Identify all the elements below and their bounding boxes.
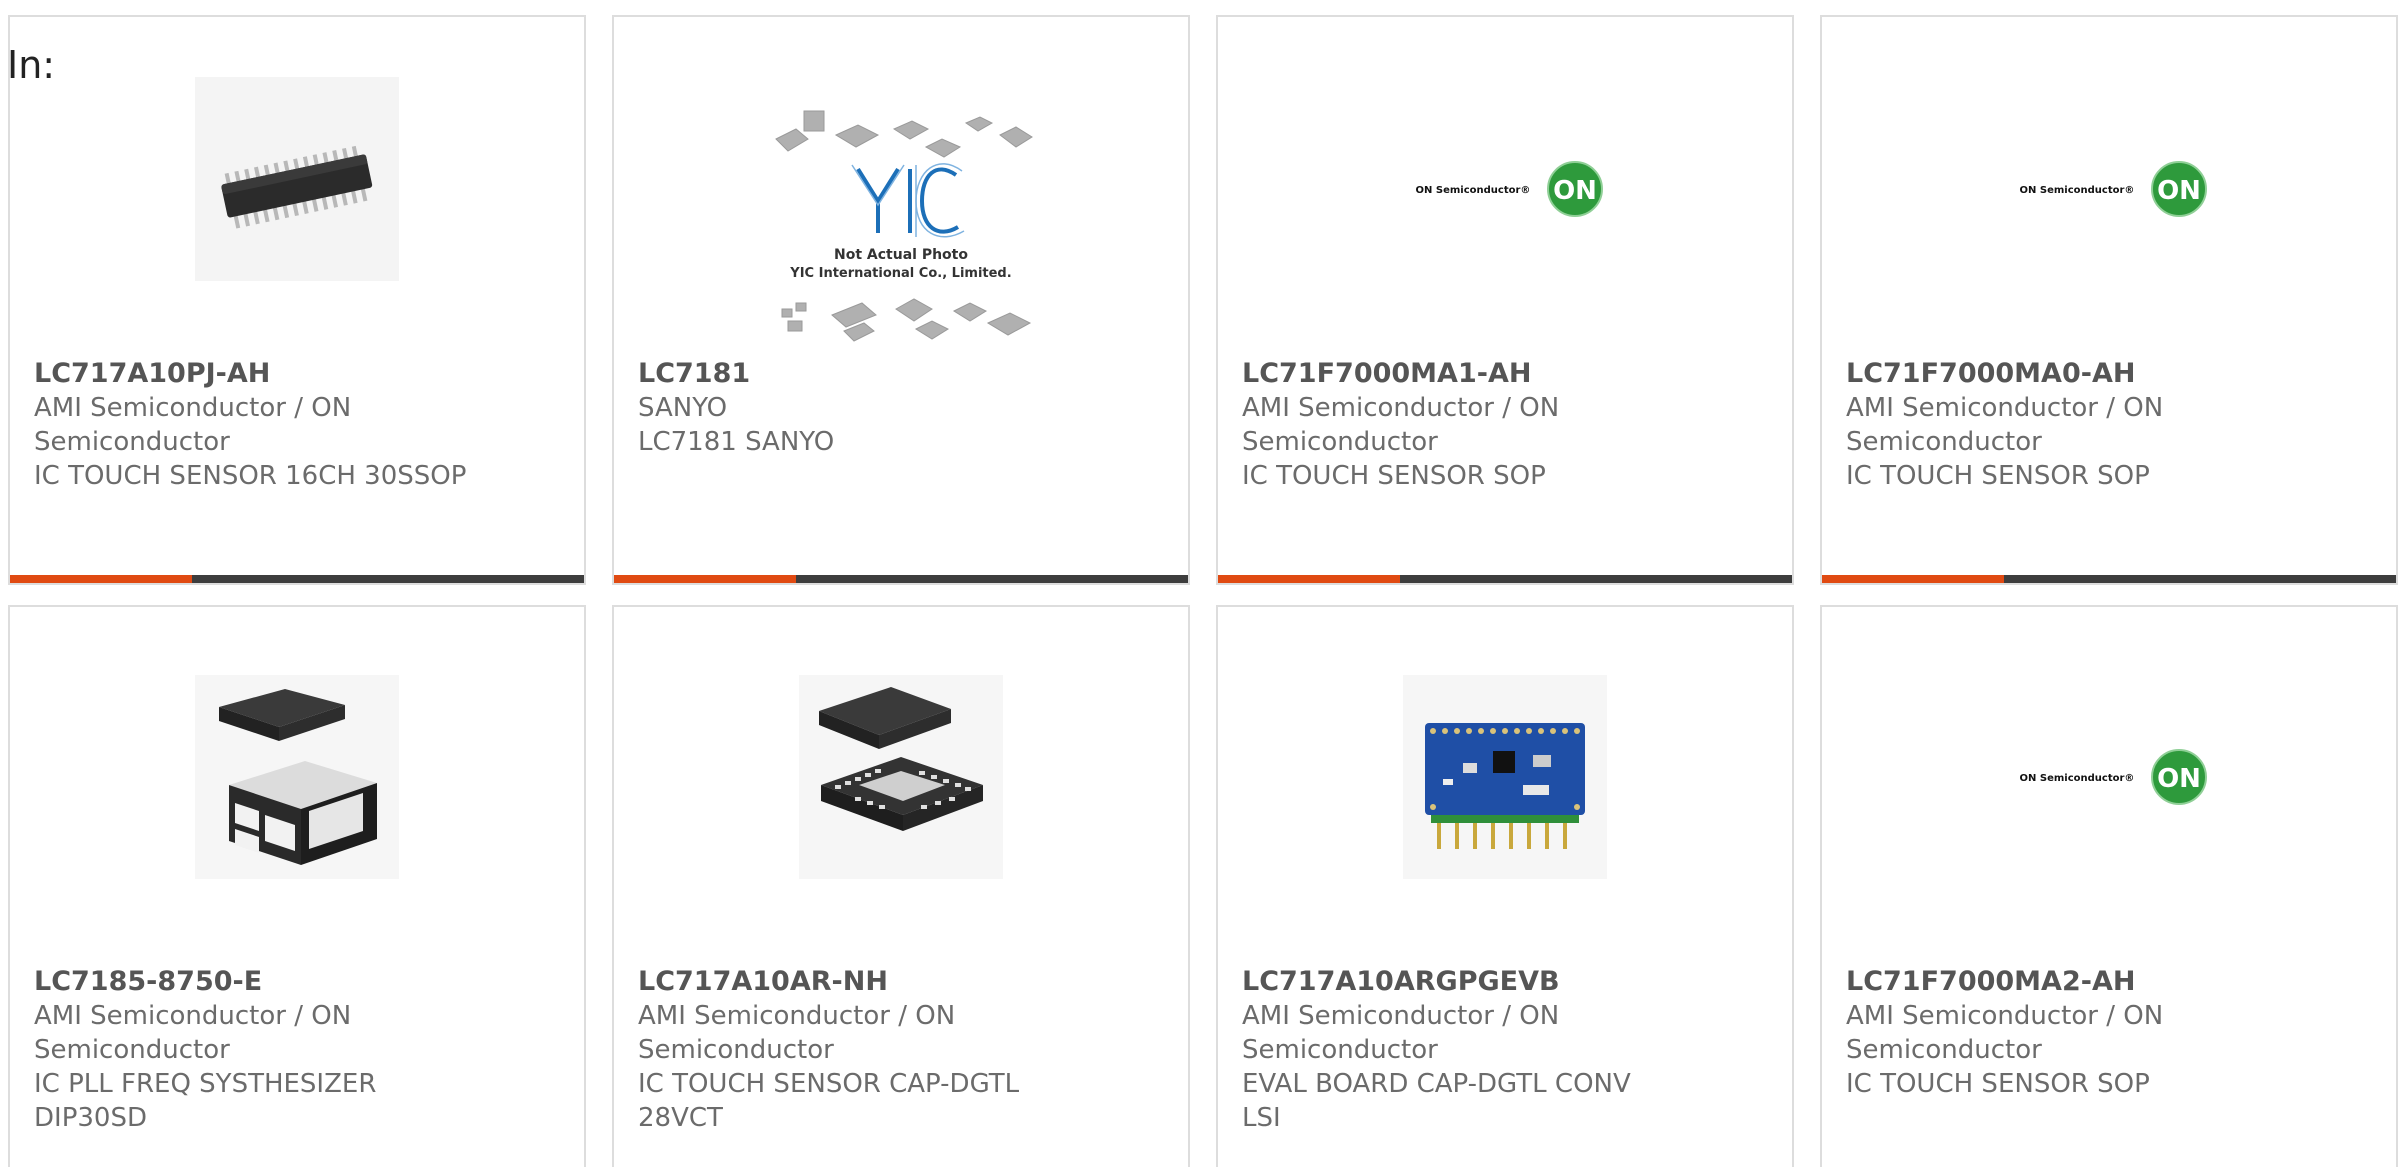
- on-logo-badge: ON: [1553, 176, 1597, 206]
- part-number-link[interactable]: LC717A10ARGPGEVB: [1242, 965, 1774, 999]
- description: IC TOUCH SENSOR SOP: [1846, 461, 2150, 491]
- product-grid: LC717A10PJ-AH AMI Semiconductor / ON Sem…: [8, 15, 2398, 1167]
- yic-placeholder-image[interactable]: Not Actual Photo YIC International Co., …: [766, 109, 1036, 359]
- description: IC TOUCH SENSOR SOP: [1846, 1069, 2150, 1099]
- manufacturer-cont: Semiconductor: [1846, 427, 2042, 457]
- eval-board-icon[interactable]: [1403, 675, 1607, 879]
- manufacturer: AMI Semiconductor / ON: [1846, 393, 2164, 423]
- part-number-link[interactable]: LC71F7000MA1-AH: [1242, 357, 1774, 391]
- manufacturer: SANYO: [638, 393, 728, 423]
- description: IC PLL FREQ SYSTHESIZER: [34, 1069, 377, 1099]
- placeholder-note-2: YIC International Co., Limited.: [789, 266, 1011, 281]
- product-card[interactable]: ON Semiconductor® ON LC71F7000MA2-AH AMI…: [1820, 605, 2398, 1167]
- manufacturer: AMI Semiconductor / ON: [1242, 1001, 1560, 1031]
- on-logo-badge: ON: [2157, 764, 2201, 794]
- description-cont: 28VCT: [638, 1103, 723, 1133]
- description: IC TOUCH SENSOR SOP: [1242, 461, 1546, 491]
- manufacturer-cont: Semiconductor: [1242, 1035, 1438, 1065]
- part-number-link[interactable]: LC71F7000MA2-AH: [1846, 965, 2378, 999]
- in-label: In:: [7, 43, 56, 87]
- card-bottom-bar: [614, 575, 1188, 583]
- on-semiconductor-logo[interactable]: ON Semiconductor® ON: [1999, 87, 2219, 291]
- on-logo-badge: ON: [2157, 176, 2201, 206]
- manufacturer-cont: Semiconductor: [1242, 427, 1438, 457]
- manufacturer-cont: Semiconductor: [34, 1035, 230, 1065]
- description: IC TOUCH SENSOR CAP-DGTL: [638, 1069, 1020, 1099]
- description: LC7181 SANYO: [638, 427, 835, 457]
- on-semiconductor-logo[interactable]: ON Semiconductor® ON: [1999, 675, 2219, 879]
- product-info: LC717A10AR-NH AMI Semiconductor / ON Sem…: [638, 965, 1170, 1135]
- manufacturer-cont: Semiconductor: [638, 1035, 834, 1065]
- part-number-link[interactable]: LC7185-8750-E: [34, 965, 566, 999]
- manufacturer: AMI Semiconductor / ON: [638, 1001, 956, 1031]
- part-number-link[interactable]: LC71F7000MA0-AH: [1846, 357, 2378, 391]
- product-card[interactable]: LC717A10ARGPGEVB AMI Semiconductor / ON …: [1216, 605, 1794, 1167]
- dfn-chip-icon[interactable]: [195, 675, 399, 879]
- on-semiconductor-logo[interactable]: ON Semiconductor® ON: [1395, 87, 1615, 291]
- on-logo-text: ON Semiconductor®: [2020, 185, 2135, 196]
- card-bottom-bar: [1822, 575, 2396, 583]
- product-info: LC71F7000MA1-AH AMI Semiconductor / ON S…: [1242, 357, 1774, 493]
- on-logo-text: ON Semiconductor®: [2020, 773, 2135, 784]
- product-grid-page: In: LC717A10PJ-AH AMI Semiconductor / ON…: [0, 0, 2400, 1167]
- product-info: LC71F7000MA2-AH AMI Semiconductor / ON S…: [1846, 965, 2378, 1101]
- ssop-chip-icon[interactable]: [195, 77, 399, 281]
- product-card[interactable]: ON Semiconductor® ON LC71F7000MA1-AH AMI…: [1216, 15, 1794, 585]
- card-bar-accent: [614, 575, 796, 583]
- manufacturer: AMI Semiconductor / ON: [1242, 393, 1560, 423]
- product-card[interactable]: LC7185-8750-E AMI Semiconductor / ON Sem…: [8, 605, 586, 1167]
- description-cont: DIP30SD: [34, 1103, 147, 1133]
- description: EVAL BOARD CAP-DGTL CONV: [1242, 1069, 1631, 1099]
- qfn-chip-icon[interactable]: [799, 675, 1003, 879]
- product-info: LC7181 SANYO LC7181 SANYO: [638, 357, 1170, 459]
- part-number-link[interactable]: LC717A10PJ-AH: [34, 357, 566, 391]
- product-info: LC7185-8750-E AMI Semiconductor / ON Sem…: [34, 965, 566, 1135]
- manufacturer: AMI Semiconductor / ON: [34, 1001, 352, 1031]
- part-number-link[interactable]: LC717A10AR-NH: [638, 965, 1170, 999]
- manufacturer-cont: Semiconductor: [1846, 1035, 2042, 1065]
- manufacturer: AMI Semiconductor / ON: [34, 393, 352, 423]
- card-bar-accent: [1822, 575, 2004, 583]
- product-card[interactable]: ON Semiconductor® ON LC71F7000MA0-AH AMI…: [1820, 15, 2398, 585]
- card-bar-accent: [1218, 575, 1400, 583]
- card-bar-accent: [10, 575, 192, 583]
- card-bottom-bar: [10, 575, 584, 583]
- placeholder-note-1: Not Actual Photo: [834, 247, 968, 263]
- product-info: LC717A10ARGPGEVB AMI Semiconductor / ON …: [1242, 965, 1774, 1135]
- manufacturer-cont: Semiconductor: [34, 427, 230, 457]
- manufacturer: AMI Semiconductor / ON: [1846, 1001, 2164, 1031]
- card-bottom-bar: [1218, 575, 1792, 583]
- description-cont: LSI: [1242, 1103, 1281, 1133]
- product-card[interactable]: LC717A10PJ-AH AMI Semiconductor / ON Sem…: [8, 15, 586, 585]
- description: IC TOUCH SENSOR 16CH 30SSOP: [34, 461, 467, 491]
- product-card[interactable]: LC717A10AR-NH AMI Semiconductor / ON Sem…: [612, 605, 1190, 1167]
- product-info: LC71F7000MA0-AH AMI Semiconductor / ON S…: [1846, 357, 2378, 493]
- on-logo-text: ON Semiconductor®: [1416, 185, 1531, 196]
- product-card[interactable]: Not Actual Photo YIC International Co., …: [612, 15, 1190, 585]
- part-number-link[interactable]: LC7181: [638, 357, 1170, 391]
- product-info: LC717A10PJ-AH AMI Semiconductor / ON Sem…: [34, 357, 566, 493]
